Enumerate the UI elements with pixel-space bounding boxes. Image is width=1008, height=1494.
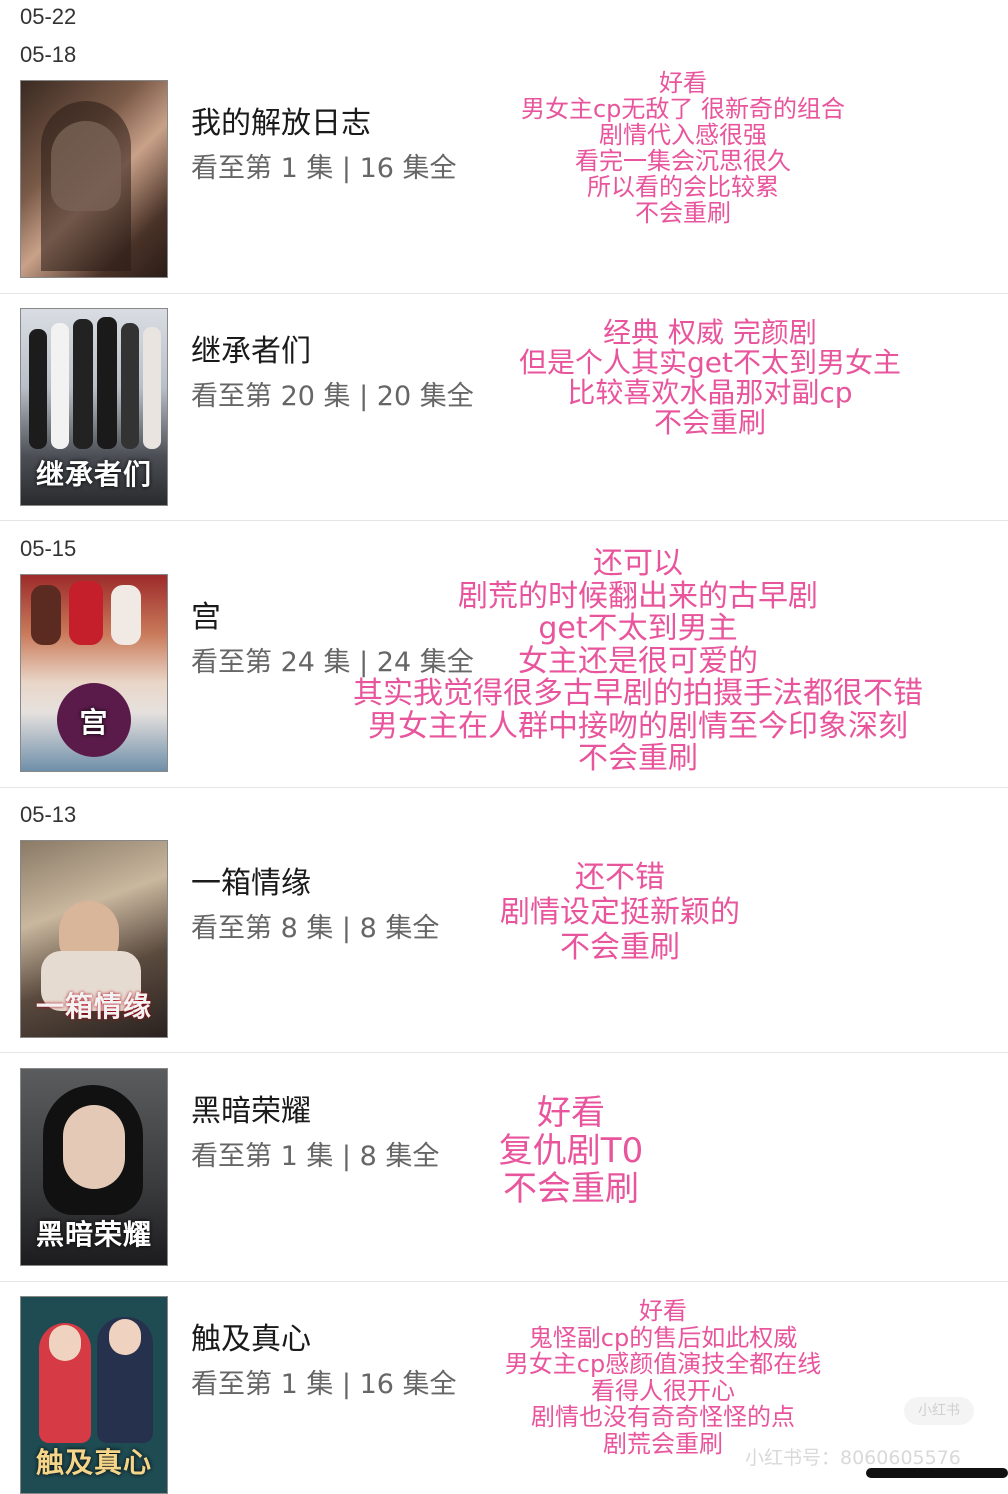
poster-image[interactable]: 黑暗荣耀 [20,1068,168,1266]
note-line: 复仇剧T0 [498,1131,644,1171]
handwritten-note: 好看 男女主cp无敌了 很新奇的组合 剧情代入感很强 看完一集会沉思很久 所以看… [500,70,866,226]
divider [0,1281,1008,1282]
episode-progress: 看至第 20 集 | 20 集全 [191,381,474,412]
note-line: 不会重刷 [653,406,766,439]
divider [0,520,1008,521]
poster-image[interactable]: 宫 [20,574,168,772]
note-line: 剧情代入感很强 [599,121,767,149]
note-line: 不会重刷 [635,199,731,227]
note-line: get不太到男主 [538,611,738,646]
note-line: 不会重刷 [503,1169,639,1209]
note-line: 好看 [537,1093,605,1133]
watermark-text: 小红书号：8060605576 [745,1447,961,1469]
episode-progress: 看至第 1 集 | 16 集全 [191,1369,457,1400]
note-line: 女主还是很可爱的 [518,643,758,679]
note-line: 剧荒的时候翻出来的古早剧 [458,578,818,614]
date-header: 05-22 [20,4,77,29]
poster-image[interactable]: 继承者们 [20,308,168,506]
date-header: 05-13 [20,802,77,827]
date-header: 05-18 [20,42,77,67]
drama-title[interactable]: 黑暗荣耀 [191,1086,311,1130]
poster-caption: 一箱情缘 [35,990,152,1023]
divider [0,1052,1008,1053]
episode-progress: 看至第 8 集 | 8 集全 [191,913,440,944]
handwritten-note: 还可以 剧荒的时候翻出来的古早剧 get不太到男主 女主还是很可爱的 其实我觉得… [308,546,968,776]
poster-caption: 黑暗荣耀 [35,1218,152,1251]
note-line: 看完一集会沉思很久 [575,147,791,175]
note-line: 男女主在人群中接吻的剧情至今印象深刻 [368,708,908,744]
divider [0,293,1008,294]
note-line: 经典 权威 完颜剧 [603,316,817,349]
drama-title[interactable]: 触及真心 [191,1314,311,1358]
divider [0,787,1008,788]
poster-caption: 继承者们 [35,458,152,491]
note-line: 剧情也没有奇奇怪怪的点 [531,1403,795,1431]
note-line: 好看 [639,1297,687,1325]
note-line: 不会重刷 [578,741,698,776]
handwritten-note: 好看 复仇剧T0 不会重刷 [476,1094,666,1208]
note-line: 看得人很开心 [591,1376,735,1405]
drama-title[interactable]: 宫 [191,592,221,636]
note-line: 还不错 [575,860,665,895]
note-line: 男女主cp无敌了 很新奇的组合 [520,95,846,123]
note-line: 男女主cp感颜值演技全都在线 [504,1350,822,1378]
watermark-badge: 小红书 [904,1397,974,1425]
poster-caption: 宫 [79,706,109,739]
handwritten-note: 经典 权威 完颜剧 但是个人其实get不太到男女主 比较喜欢水晶那对副cp 不会… [505,318,915,438]
handwritten-note: 还不错 剧情设定挺新颖的 不会重刷 [470,860,770,965]
note-line: 但是个人其实get不太到男女主 [519,346,901,379]
note-line: 其实我觉得很多古早剧的拍摄手法都很不错 [353,676,923,711]
note-line: 好看 [659,69,707,97]
note-line: 鬼怪副cp的售后如此权威 [528,1323,798,1352]
note-line: 不会重刷 [560,930,680,965]
note-line: 比较喜欢水晶那对副cp [567,376,853,409]
drama-title[interactable]: 一箱情缘 [191,858,311,902]
drama-title[interactable]: 我的解放日志 [191,98,371,142]
note-line: 所以看的会比较累 [587,173,779,201]
drama-title[interactable]: 继承者们 [191,326,311,370]
poster-image[interactable]: 一箱情缘 [20,840,168,1038]
poster-caption: 触及真心 [35,1446,152,1479]
poster-image[interactable] [20,80,168,278]
episode-progress: 看至第 1 集 | 8 集全 [191,1141,440,1172]
date-header: 05-15 [20,536,77,561]
poster-image[interactable]: 触及真心 [20,1296,168,1494]
note-line: 还可以 [593,546,683,581]
handwritten-note: 好看 鬼怪副cp的售后如此权威 男女主cp感颜值演技全都在线 看得人很开心 剧情… [478,1298,848,1457]
home-indicator[interactable] [866,1468,1008,1478]
note-line: 剧情设定挺新颖的 [500,895,740,930]
episode-progress: 看至第 1 集 | 16 集全 [191,153,457,184]
